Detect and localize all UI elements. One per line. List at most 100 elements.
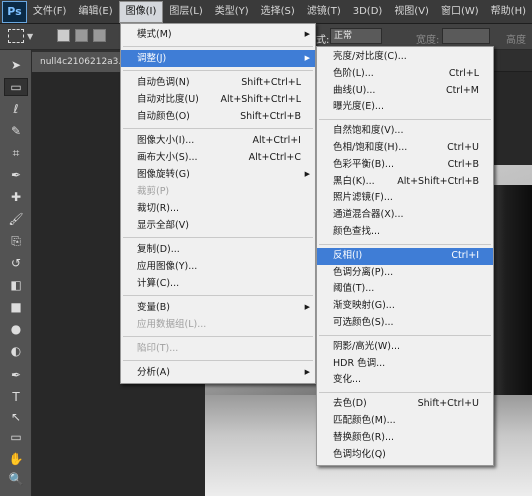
image_menu-item[interactable]: 模式(M) ▶: [121, 26, 315, 43]
image_menu-item[interactable]: 自动对比度(U) Alt+Shift+Ctrl+L: [121, 91, 315, 108]
menu-7[interactable]: 3D(D): [347, 1, 389, 23]
submenu-arrow-icon: ▶: [304, 368, 310, 376]
menu-6[interactable]: 滤镜(T): [301, 1, 347, 23]
width-label: 宽度:: [416, 35, 440, 46]
type-icon[interactable]: T: [4, 388, 28, 406]
quick-select-icon[interactable]: ✎: [4, 122, 28, 140]
menu-item-label: 自动颜色(O): [137, 111, 190, 122]
menu-item-label: 图像旋转(G): [137, 169, 190, 180]
adjust_menu-item[interactable]: 亮度/对比度(C)...: [317, 49, 493, 66]
pen-icon[interactable]: ✒: [4, 366, 28, 384]
style-select[interactable]: 正常: [330, 28, 382, 44]
image_menu-item[interactable]: 裁切(R)...: [121, 200, 315, 217]
document-tab[interactable]: null4c2106212a3...: [32, 52, 124, 72]
image_menu-item[interactable]: 画布大小(S)... Alt+Ctrl+C: [121, 149, 315, 166]
clone-stamp-icon[interactable]: ⎘: [4, 232, 28, 250]
move-icon[interactable]: ➤: [4, 56, 28, 74]
adjust_menu-item[interactable]: 曲线(U)... Ctrl+M: [317, 83, 493, 100]
adjust_menu-item[interactable]: 变化...: [317, 372, 493, 389]
image_menu-item[interactable]: 分析(A) ▶: [121, 364, 315, 381]
zoom-icon[interactable]: 🔍: [4, 470, 28, 488]
blur-icon[interactable]: ●: [4, 320, 28, 338]
menu-item-label: 色相/饱和度(H)...: [333, 141, 408, 153]
adjust_menu-item[interactable]: 照片滤镜(F)...: [317, 190, 493, 207]
adjust_menu-item[interactable]: 色相/饱和度(H)... Ctrl+U: [317, 140, 493, 157]
menu-5[interactable]: 选择(S): [255, 1, 301, 23]
image_menu-item[interactable]: 图像旋转(G) ▶: [121, 166, 315, 183]
menu-item-label: 通道混合器(X)...: [333, 209, 404, 221]
image_menu-item[interactable]: 复制(D)...: [121, 241, 315, 258]
image_menu-item[interactable]: 调整(J) ▶: [121, 50, 315, 67]
adjust_menu-item[interactable]: 自然饱和度(V)...: [317, 123, 493, 140]
adjust_menu-item[interactable]: 可选颜色(S)...: [317, 315, 493, 332]
marquee-icon[interactable]: ▭: [4, 78, 28, 96]
menu-0[interactable]: 文件(F): [27, 1, 73, 23]
adjust_menu-item[interactable]: 阈值(T)...: [317, 281, 493, 298]
adjust_menu-item[interactable]: 去色(D) Shift+Ctrl+U: [317, 396, 493, 413]
rectangle-icon[interactable]: ▭: [4, 428, 28, 446]
menu-2[interactable]: 图像(I): [118, 0, 164, 23]
menu-item-label: 变化...: [333, 374, 362, 386]
menu-separator: [123, 336, 313, 337]
image_menu-item[interactable]: 自动色调(N) Shift+Ctrl+L: [121, 74, 315, 91]
healing-brush-icon[interactable]: ✚: [4, 188, 28, 206]
adjust_menu-item[interactable]: 颜色查找...: [317, 224, 493, 241]
adjust_menu-item[interactable]: 色调均化(Q): [317, 447, 493, 464]
adjust_menu-item[interactable]: 通道混合器(X)...: [317, 207, 493, 224]
height-label: 高度: [506, 35, 526, 46]
image_menu-item[interactable]: 计算(C)...: [121, 275, 315, 292]
menu-separator: [123, 360, 313, 361]
path-select-icon[interactable]: ↖: [4, 408, 28, 426]
add-selection-icon[interactable]: [75, 29, 88, 42]
eyedropper-icon[interactable]: ✒: [4, 166, 28, 184]
adjust_menu-item[interactable]: 替换颜色(R)...: [317, 430, 493, 447]
menu-item-label: 陷印(T)...: [137, 343, 179, 354]
hand-icon[interactable]: ✋: [4, 450, 28, 468]
lasso-icon[interactable]: ℓ: [4, 100, 28, 118]
image_menu-item[interactable]: 图像大小(I)... Alt+Ctrl+I: [121, 132, 315, 149]
brush-icon[interactable]: 🖌: [4, 210, 28, 228]
adjust_menu-item[interactable]: 反相(I) Ctrl+I: [317, 247, 493, 265]
menu-item-shortcut: Shift+Ctrl+U: [417, 398, 479, 410]
chevron-down-icon[interactable]: ▼: [27, 32, 33, 41]
menu-1[interactable]: 编辑(E): [72, 1, 118, 23]
adjust_menu-item[interactable]: 黑白(K)... Alt+Shift+Ctrl+B: [317, 174, 493, 191]
adjust_menu-item[interactable]: 色调分离(P)...: [317, 265, 493, 282]
eraser-icon[interactable]: ◧: [4, 276, 28, 294]
menu-10[interactable]: 帮助(H): [485, 1, 532, 23]
adjust_menu-item[interactable]: 阴影/高光(W)...: [317, 339, 493, 356]
image_menu-item[interactable]: 显示全部(V): [121, 217, 315, 234]
adjust_menu-item[interactable]: 曝光度(E)...: [317, 99, 493, 116]
adjust_menu-item[interactable]: HDR 色调...: [317, 356, 493, 373]
menu-item-shortcut: Ctrl+I: [451, 249, 479, 261]
new-selection-icon[interactable]: [57, 29, 70, 42]
menu-item-label: 复制(D)...: [137, 244, 180, 255]
menu-separator: [123, 70, 313, 71]
menu-item-label: 模式(M): [137, 29, 172, 40]
photoshop-window: Ps 文件(F) 编辑(E) 图像(I) 图层(L) 类型(Y) 选择(S) 滤镜(T) 3D…: [0, 0, 532, 496]
menu-4[interactable]: 类型(Y): [209, 1, 255, 23]
dodge-icon[interactable]: ◐: [4, 342, 28, 360]
image_menu-item[interactable]: 自动颜色(O) Shift+Ctrl+B: [121, 108, 315, 125]
image_menu-item[interactable]: 变量(B) ▶: [121, 299, 315, 316]
adjust_menu-item[interactable]: 色彩平衡(B)... Ctrl+B: [317, 157, 493, 174]
menu-separator: [319, 119, 491, 121]
menu-separator: [123, 46, 313, 47]
adjust_menu-item[interactable]: 渐变映射(G)...: [317, 298, 493, 315]
menu-8[interactable]: 视图(V): [388, 1, 435, 23]
crop-icon[interactable]: ⌗: [4, 144, 28, 162]
menu-bar: Ps 文件(F) 编辑(E) 图像(I) 图层(L) 类型(Y) 选择(S) 滤镜(T) 3D…: [0, 0, 532, 24]
marquee-preset-icon[interactable]: [8, 29, 24, 43]
adjust_menu-item[interactable]: 匹配颜色(M)...: [317, 413, 493, 430]
gradient-icon[interactable]: ■: [4, 298, 28, 316]
width-input[interactable]: [442, 28, 490, 44]
subtract-selection-icon[interactable]: [93, 29, 106, 42]
image_menu-item[interactable]: 应用图像(Y)...: [121, 258, 315, 275]
menu-9[interactable]: 窗口(W): [435, 1, 485, 23]
menu-item-shortcut: Ctrl+U: [447, 141, 479, 153]
adjust_menu-item[interactable]: 色阶(L)... Ctrl+L: [317, 66, 493, 83]
menu-item-label: 去色(D): [333, 398, 367, 410]
submenu-arrow-icon: ▶: [304, 170, 310, 178]
history-brush-icon[interactable]: ↺: [4, 254, 28, 272]
menu-3[interactable]: 图层(L): [163, 1, 208, 23]
